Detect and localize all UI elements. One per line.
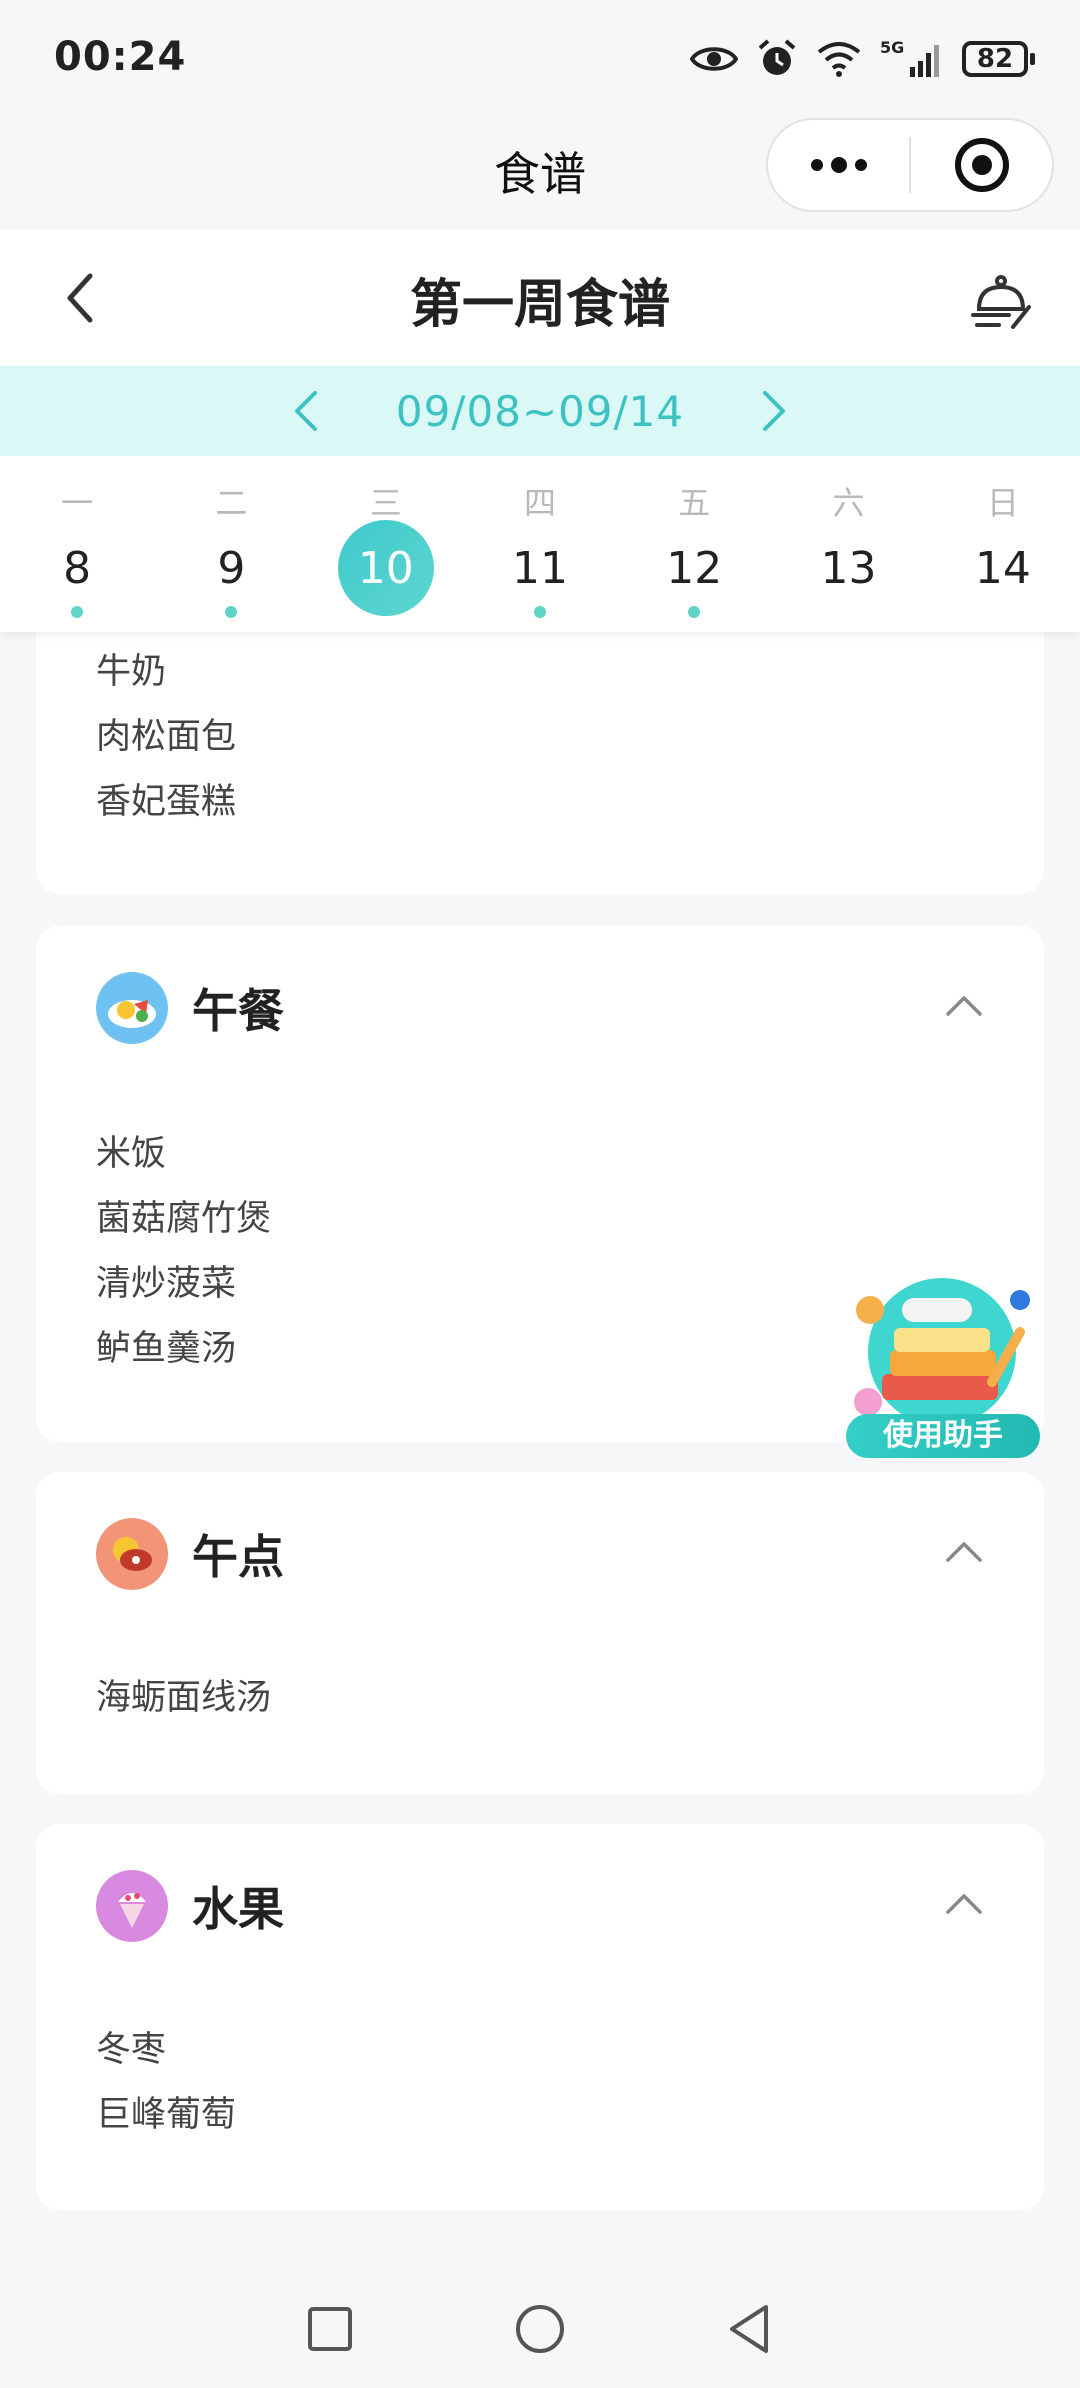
- edit-menu-button[interactable]: [966, 266, 1036, 336]
- chevron-up-icon: [946, 1894, 982, 1914]
- status-time: 00:24: [54, 34, 187, 80]
- breakfast-items: 牛奶 肉松面包 香妃蛋糕: [96, 640, 236, 835]
- dish-edit-icon: [971, 275, 1031, 329]
- signal-icon: 5G: [880, 39, 944, 79]
- lunch-plate-icon: [96, 972, 168, 1044]
- chevron-right-icon: [763, 391, 786, 431]
- books-icon: [854, 1278, 1030, 1426]
- calendar-day[interactable]: 二 9: [154, 456, 308, 632]
- lunch-title: 午餐: [192, 984, 284, 1038]
- status-icons: 5G 82: [690, 34, 1035, 84]
- week-selector: 09/08~09/14: [0, 366, 1080, 456]
- collapse-snack-button[interactable]: [940, 1528, 988, 1576]
- snack-items: 海蛎面线汤: [96, 1666, 271, 1731]
- system-back-button[interactable]: [720, 2299, 780, 2359]
- fruit-items: 冬枣 巨峰葡萄: [96, 2018, 236, 2148]
- day-date: 11: [511, 542, 568, 594]
- capsule-menu: [766, 118, 1054, 212]
- calendar-day[interactable]: 五 12: [617, 456, 771, 632]
- collapse-lunch-button[interactable]: [940, 982, 988, 1030]
- calendar-day-selected[interactable]: 三 10: [309, 456, 463, 632]
- circle-icon: [516, 2305, 564, 2353]
- home-button[interactable]: [510, 2299, 570, 2359]
- target-circle-icon: [954, 138, 1009, 192]
- food-item: 清炒菠菜: [96, 1264, 237, 1304]
- day-weekday: 一: [61, 484, 94, 522]
- close-miniprogram-button[interactable]: [911, 120, 1052, 210]
- chevron-up-icon: [946, 996, 982, 1016]
- more-button[interactable]: [768, 120, 909, 210]
- day-weekday: 六: [832, 484, 865, 522]
- day-date: 10: [337, 520, 434, 616]
- day-weekday: 五: [678, 484, 711, 522]
- alarm-icon: [756, 38, 798, 80]
- week-range: 09/08~09/14: [395, 386, 685, 436]
- page-title: 第一周食谱: [409, 275, 670, 335]
- food-item: 巨峰葡萄: [96, 2095, 237, 2135]
- day-weekday: 二: [215, 484, 248, 522]
- next-week-button[interactable]: [744, 381, 804, 441]
- fruit-icon: [96, 1870, 168, 1942]
- menu-dot: [71, 606, 84, 618]
- lunch-header: 午餐: [96, 972, 284, 1044]
- breakfast-card: 牛奶 肉松面包 香妃蛋糕: [36, 600, 1044, 894]
- eye-icon: [690, 43, 738, 75]
- food-item: 米饭: [96, 1134, 167, 1174]
- fruit-title: 水果: [192, 1882, 284, 1936]
- fruit-header: 水果: [96, 1870, 284, 1942]
- chevron-up-icon: [946, 1542, 982, 1562]
- day-date: 9: [217, 542, 246, 594]
- day-date: 8: [63, 542, 92, 594]
- recents-button[interactable]: [300, 2299, 360, 2359]
- food-item: 冬枣: [96, 2030, 167, 2070]
- system-nav-bar: [0, 2270, 1080, 2388]
- day-date: 12: [666, 542, 723, 594]
- miniprogram-nav: 食谱: [0, 118, 1080, 230]
- helper-label: 使用助手: [846, 1414, 1040, 1458]
- food-item: 香妃蛋糕: [96, 782, 237, 822]
- snack-icon: [96, 1518, 168, 1590]
- day-date: 14: [974, 542, 1031, 594]
- menu-dot: [225, 606, 238, 618]
- food-item: 肉松面包: [96, 717, 237, 757]
- day-weekday: 四: [523, 484, 556, 522]
- battery-indicator: 82: [962, 41, 1035, 77]
- collapse-fruit-button[interactable]: [940, 1880, 988, 1928]
- calendar-day[interactable]: 一 8: [0, 456, 154, 632]
- lunch-items: 米饭 菌菇腐竹煲 清炒菠菜 鲈鱼羹汤: [96, 1122, 271, 1382]
- food-item: 鲈鱼羹汤: [96, 1329, 237, 1369]
- status-bar: 00:24 5G 82: [0, 0, 1080, 118]
- fruit-card: 水果 冬枣 巨峰葡萄: [36, 1824, 1044, 2210]
- usage-helper-button[interactable]: 使用助手: [842, 1262, 1042, 1462]
- calendar-day[interactable]: 六 13: [771, 456, 925, 632]
- square-icon: [308, 2307, 352, 2351]
- snack-card: 午点 海蛎面线汤: [36, 1472, 1044, 1794]
- snack-title: 午点: [192, 1530, 284, 1584]
- page-header: 第一周食谱: [0, 230, 1080, 366]
- calendar-day[interactable]: 日 14: [926, 456, 1080, 632]
- calendar-day[interactable]: 四 11: [463, 456, 617, 632]
- day-weekday: 三: [369, 484, 402, 522]
- prev-week-button[interactable]: [276, 381, 336, 441]
- food-item: 菌菇腐竹煲: [96, 1199, 272, 1239]
- day-weekday: 日: [986, 484, 1019, 522]
- menu-dot: [533, 606, 546, 618]
- chevron-left-icon: [294, 391, 317, 431]
- food-item: 牛奶: [96, 652, 167, 692]
- food-item: 海蛎面线汤: [96, 1678, 272, 1718]
- triangle-back-icon: [730, 2305, 768, 2353]
- day-calendar: 一 8 二 9 三 10 四 11 五 12 六 13 日 14: [0, 456, 1080, 632]
- more-dots-icon: [810, 157, 867, 173]
- menu-dot: [688, 606, 701, 618]
- snack-header: 午点: [96, 1518, 284, 1590]
- network-type-label: 5G: [880, 39, 904, 57]
- wifi-icon: [816, 40, 862, 78]
- day-date: 13: [820, 542, 877, 594]
